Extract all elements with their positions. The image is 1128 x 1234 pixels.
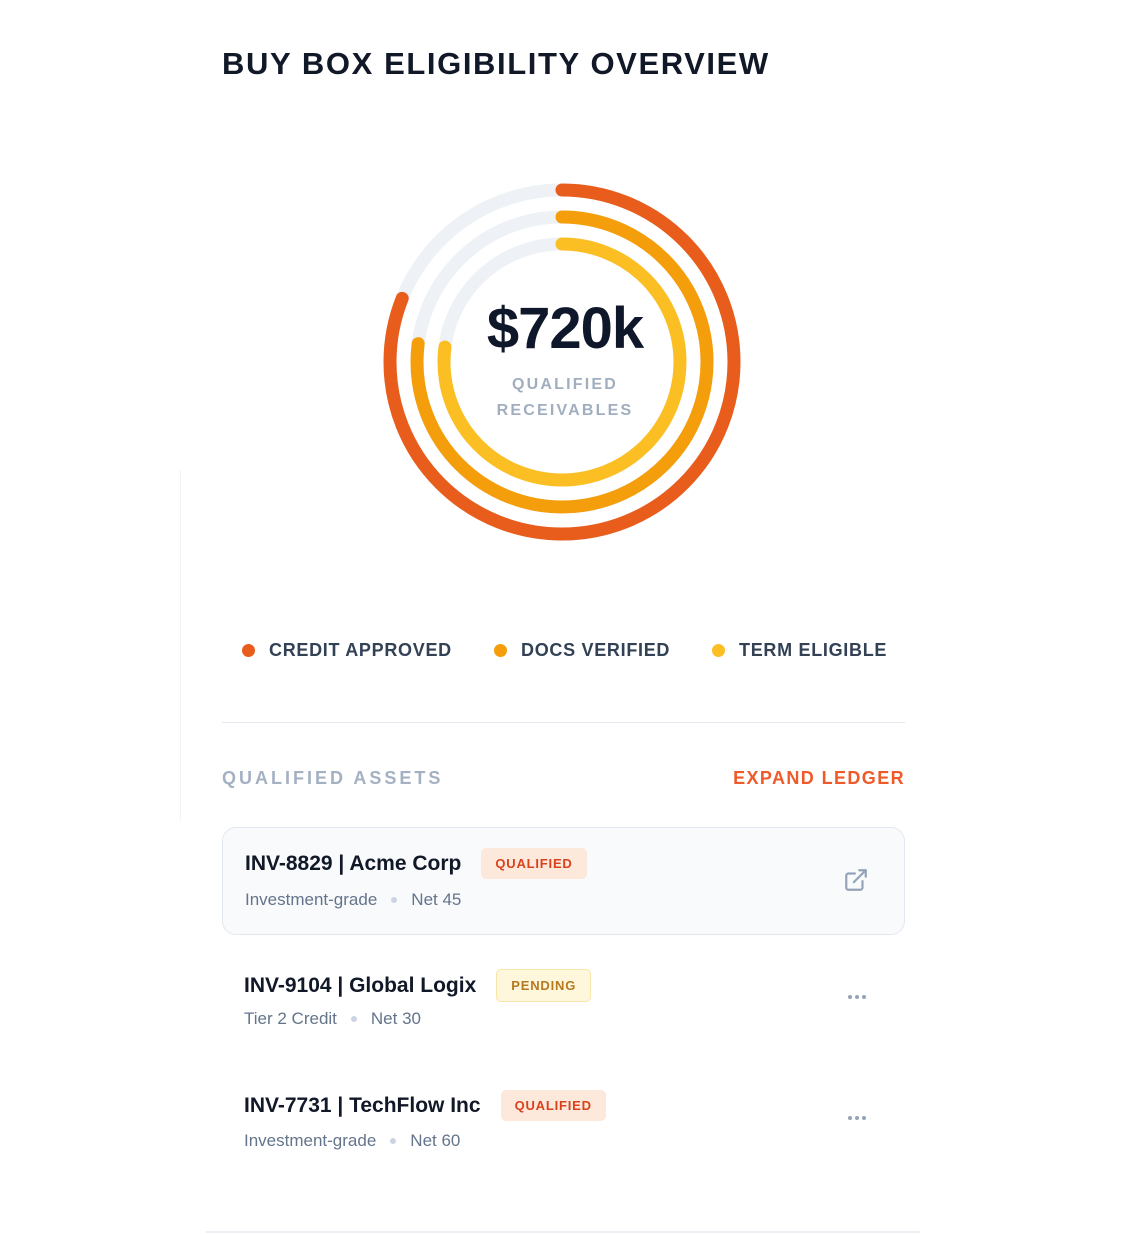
asset-title: INV-7731 | TechFlow Inc	[244, 1093, 481, 1117]
asset-meta: Tier 2 Credit Net 30	[244, 1009, 421, 1029]
asset-row-header: INV-9104 | Global Logix PENDING	[244, 969, 592, 1002]
asset-meta: Investment-grade Net 60	[244, 1131, 460, 1151]
section-title: QUALIFIED ASSETS	[222, 768, 444, 788]
legend-item-credit-approved: CREDIT APPROVED	[242, 640, 452, 661]
asset-credit-grade: Investment-grade	[244, 1131, 377, 1150]
legend-item-term-eligible: TERM ELIGIBLE	[712, 640, 887, 661]
ring-legend: CREDIT APPROVED DOCS VERIFIED TERM ELIGI…	[0, 640, 1128, 664]
asset-terms: Net 45	[411, 890, 462, 909]
external-link-icon[interactable]	[836, 860, 876, 900]
meta-separator	[391, 897, 398, 903]
meta-separator	[350, 1016, 357, 1022]
page-title: BUY BOX ELIGIBILITY OVERVIEW	[222, 46, 770, 81]
status-badge: PENDING	[496, 969, 592, 1002]
legend-label: CREDIT APPROVED	[269, 640, 452, 660]
asset-row[interactable]: INV-7731 | TechFlow Inc QUALIFIED Invest…	[222, 1070, 905, 1178]
legend-label: TERM ELIGIBLE	[739, 640, 888, 660]
asset-row[interactable]: INV-8829 | Acme Corp QUALIFIED Investmen…	[222, 827, 905, 935]
asset-row-header: INV-8829 | Acme Corp QUALIFIED	[245, 848, 587, 879]
legend-dot-credit-approved	[242, 644, 255, 657]
qualified-label-line1: QUALIFIED	[511, 376, 619, 393]
asset-credit-grade: Tier 2 Credit	[244, 1009, 337, 1028]
more-icon[interactable]	[837, 1098, 877, 1138]
bottom-divider	[206, 1231, 920, 1233]
qualified-amount: $720k	[486, 296, 644, 361]
asset-terms: Net 60	[410, 1131, 461, 1150]
ring-center-summary: $720k QUALIFIED RECEIVABLES	[420, 300, 710, 424]
legend-dot-term-eligible	[712, 644, 725, 657]
asset-row-header: INV-7731 | TechFlow Inc QUALIFIED	[244, 1090, 606, 1121]
asset-credit-grade: Investment-grade	[245, 890, 378, 909]
legend-dot-docs-verified	[494, 644, 507, 657]
asset-title: INV-9104 | Global Logix	[244, 973, 477, 997]
asset-title: INV-8829 | Acme Corp	[245, 851, 462, 875]
legend-label: DOCS VERIFIED	[521, 640, 671, 660]
expand-ledger-link[interactable]: EXPAND LEDGER	[733, 768, 905, 789]
asset-row[interactable]: INV-9104 | Global Logix PENDING Tier 2 C…	[222, 949, 905, 1057]
qualified-label-line2: RECEIVABLES	[496, 402, 634, 419]
status-badge: QUALIFIED	[481, 848, 587, 879]
legend-item-docs-verified: DOCS VERIFIED	[494, 640, 670, 661]
asset-terms: Net 30	[370, 1009, 421, 1028]
more-icon[interactable]	[837, 977, 877, 1017]
section-divider	[222, 722, 905, 723]
asset-meta: Investment-grade Net 45	[245, 890, 461, 910]
meta-separator	[390, 1138, 397, 1144]
status-badge: QUALIFIED	[500, 1090, 606, 1121]
